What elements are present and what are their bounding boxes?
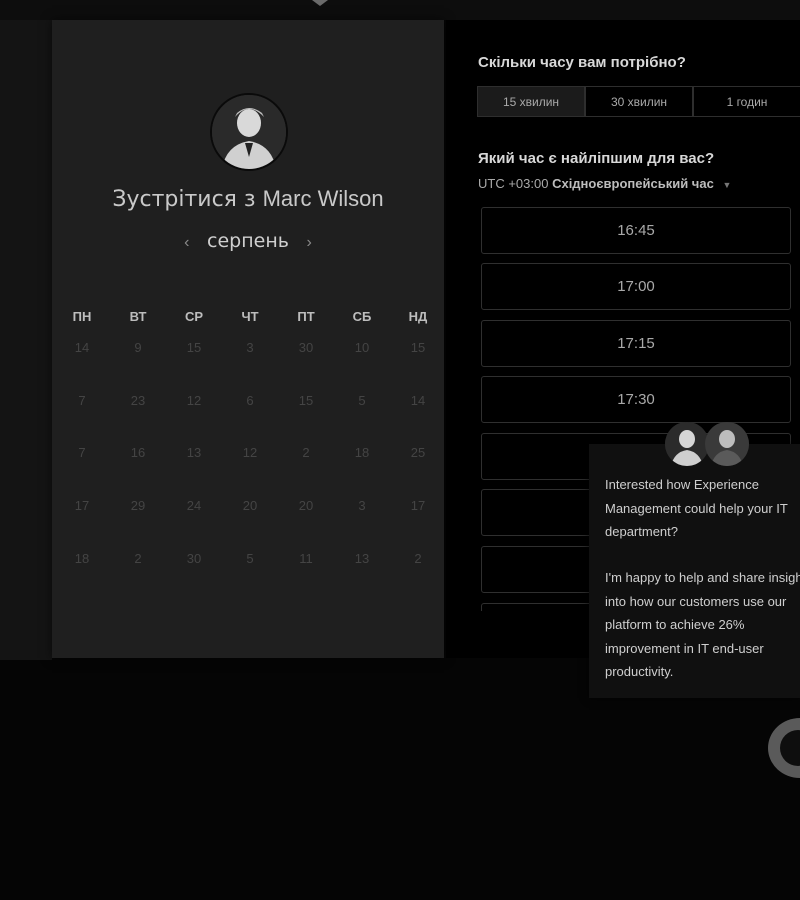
time-slot[interactable]: 17:15 xyxy=(481,320,791,367)
calendar-day[interactable]: 17 xyxy=(390,498,446,513)
calendar-day[interactable]: 20 xyxy=(222,498,278,513)
chat-popup[interactable]: Interested how Experience Management cou… xyxy=(589,422,800,698)
calendar-day[interactable]: 29 xyxy=(110,498,166,513)
host-avatar xyxy=(210,93,288,171)
calendar-day[interactable]: 3 xyxy=(222,340,278,355)
calendar-day[interactable]: 2 xyxy=(390,551,446,566)
page-background-strip xyxy=(0,20,52,660)
calendar-day[interactable]: 3 xyxy=(334,498,390,513)
title-prefix: Зустрітися з xyxy=(112,187,256,212)
calendar-day[interactable]: 9 xyxy=(110,340,166,355)
calendar-day[interactable]: 10 xyxy=(334,340,390,355)
calendar-day[interactable]: 14 xyxy=(390,393,446,408)
chat-message-2: I'm happy to help and share insight into… xyxy=(605,570,800,679)
calendar-day[interactable]: 14 xyxy=(54,340,110,355)
duration-option-30[interactable]: 30 хвилин xyxy=(585,86,693,117)
weekday-label: ВТ xyxy=(129,309,147,324)
calendar-day[interactable]: 5 xyxy=(222,551,278,566)
meeting-title: Зустрітися з Marc Wilson xyxy=(52,186,444,212)
calendar-day[interactable]: 13 xyxy=(334,551,390,566)
weekday-label: СБ xyxy=(352,309,372,324)
calendar-day[interactable]: 17 xyxy=(54,498,110,513)
calendar-day[interactable]: 15 xyxy=(390,340,446,355)
calendar-day[interactable]: 5 xyxy=(334,393,390,408)
calendar-day[interactable]: 12 xyxy=(166,393,222,408)
chat-bubble-icon xyxy=(780,730,800,766)
calendar-panel: Зустрітися з Marc Wilson ‹ серпень › ПН В… xyxy=(52,20,444,658)
calendar-day[interactable]: 7 xyxy=(54,445,110,460)
next-month-button[interactable]: › xyxy=(295,234,324,251)
time-slot[interactable]: 16:45 xyxy=(481,207,791,254)
calendar-day[interactable]: 2 xyxy=(278,445,334,460)
calendar-day[interactable]: 12 xyxy=(222,445,278,460)
calendar-day[interactable]: 15 xyxy=(166,340,222,355)
duration-question: Скільки часу вам потрібно? xyxy=(478,54,686,71)
timezone-name: Східноєвропейський час xyxy=(552,176,714,191)
calendar-day[interactable]: 23 xyxy=(110,393,166,408)
calendar-day[interactable]: 2 xyxy=(110,551,166,566)
calendar-day[interactable]: 30 xyxy=(166,551,222,566)
pointer-icon xyxy=(312,0,328,6)
calendar-day[interactable]: 20 xyxy=(278,498,334,513)
calendar-day[interactable]: 6 xyxy=(222,393,278,408)
time-slot[interactable]: 17:00 xyxy=(481,263,791,310)
agent-avatar-2 xyxy=(705,422,749,466)
calendar-day[interactable]: 11 xyxy=(278,551,334,566)
calendar-day[interactable]: 16 xyxy=(110,445,166,460)
timezone-offset: UTC +03:00 xyxy=(478,176,549,191)
month-navigation: ‹ серпень › xyxy=(52,230,444,253)
duration-option-60[interactable]: 1 годин xyxy=(693,86,800,117)
month-label: серпень xyxy=(207,230,289,252)
calendar-day[interactable]: 15 xyxy=(278,393,334,408)
top-bar xyxy=(0,0,800,20)
weekday-label: ПН xyxy=(72,309,92,324)
calendar-day[interactable]: 13 xyxy=(166,445,222,460)
prev-month-button[interactable]: ‹ xyxy=(172,234,201,251)
calendar-day[interactable]: 30 xyxy=(278,340,334,355)
calendar-day[interactable]: 24 xyxy=(166,498,222,513)
duration-selector: 15 хвилин 30 хвилин 1 годин xyxy=(477,86,800,117)
time-question: Який час є найліпшим для вас? xyxy=(478,150,715,167)
calendar-day[interactable]: 18 xyxy=(334,445,390,460)
chat-message-1: Interested how Experience Management cou… xyxy=(605,477,788,539)
chat-launcher-button[interactable] xyxy=(768,718,800,778)
weekday-label: ЧТ xyxy=(241,309,259,324)
host-name: Marc Wilson xyxy=(262,186,384,211)
timezone-selector[interactable]: UTC +03:00 Східноєвропейський час ▼ xyxy=(478,176,731,191)
calendar-day[interactable]: 18 xyxy=(54,551,110,566)
agent-avatar-1 xyxy=(665,422,709,466)
chevron-down-icon: ▼ xyxy=(722,180,732,190)
weekday-label: СР xyxy=(184,309,204,324)
weekday-label: НД xyxy=(408,309,428,324)
duration-option-15[interactable]: 15 хвилин xyxy=(477,86,585,117)
calendar-day[interactable]: 7 xyxy=(54,393,110,408)
weekday-label: ПТ xyxy=(297,309,315,324)
calendar-day[interactable]: 25 xyxy=(390,445,446,460)
time-slot[interactable]: 17:30 xyxy=(481,376,791,423)
